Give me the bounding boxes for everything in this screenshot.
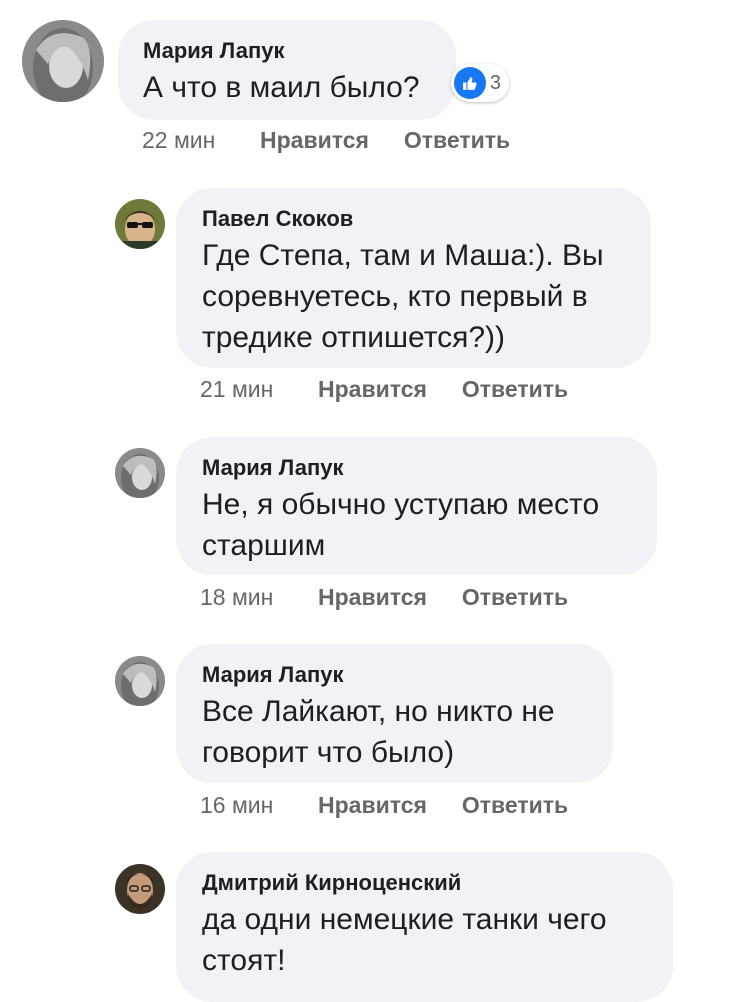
timestamp[interactable]: 18 мин [200,584,318,611]
author-name[interactable]: Дмитрий Кирноценский [202,870,673,896]
comment-text: да одни немецкие танки чего стоят! [202,903,607,977]
comment-text: Все Лайкают, но никто не говорит что был… [202,695,555,769]
comment-meta: 22 мин Нравится Ответить [142,127,510,154]
reply-button[interactable]: Ответить [462,584,568,610]
comment-text: Где Степа, там и Маша:). Вы соревнуетесь… [202,239,604,354]
like-button[interactable]: Нравится [318,376,427,403]
timestamp[interactable]: 16 мин [200,792,318,819]
thumbs-up-icon [454,67,486,99]
avatar[interactable] [115,199,165,249]
avatar[interactable] [115,864,165,914]
avatar-photo [115,864,165,914]
avatar[interactable] [115,656,165,706]
comment-meta: 18 мин Нравится Ответить [200,584,568,611]
comment-bubble: Павел Скоков Где Степа, там и Маша:). Вы… [176,188,651,368]
avatar[interactable] [22,20,104,102]
like-button[interactable]: Нравится [318,792,427,819]
author-name[interactable]: Мария Лапук [202,662,613,688]
reply-button[interactable]: Ответить [462,792,568,818]
comment-bubble: Мария Лапук А что в маил было? [118,20,456,120]
like-button[interactable]: Нравится [260,127,369,154]
author-name[interactable]: Мария Лапук [202,455,657,481]
comment-meta: 21 мин Нравится Ответить [200,376,568,403]
reply-button[interactable]: Ответить [462,376,568,402]
reply-button[interactable]: Ответить [404,127,510,153]
avatar-photo [115,448,165,498]
avatar[interactable] [115,448,165,498]
reaction-count: 3 [489,71,501,94]
comment-bubble: Мария Лапук Все Лайкают, но никто не гов… [176,644,613,783]
avatar-photo [115,199,165,249]
comment-meta: 16 мин Нравится Ответить [200,792,568,819]
author-name[interactable]: Мария Лапук [143,38,456,64]
author-name[interactable]: Павел Скоков [202,206,651,232]
timestamp[interactable]: 21 мин [200,376,318,403]
comment-text: А что в маил было? [143,71,420,104]
avatar-photo [115,656,165,706]
comment-bubble: Мария Лапук Не, я обычно уступаю место с… [176,437,657,575]
timestamp[interactable]: 22 мин [142,127,260,154]
reaction-badge[interactable]: 3 [451,64,509,102]
like-button[interactable]: Нравится [318,584,427,611]
comment-bubble: Дмитрий Кирноценский да одни немецкие та… [176,852,673,1002]
comment-text: Не, я обычно уступаю место старшим [202,488,600,562]
avatar-photo [22,20,104,102]
